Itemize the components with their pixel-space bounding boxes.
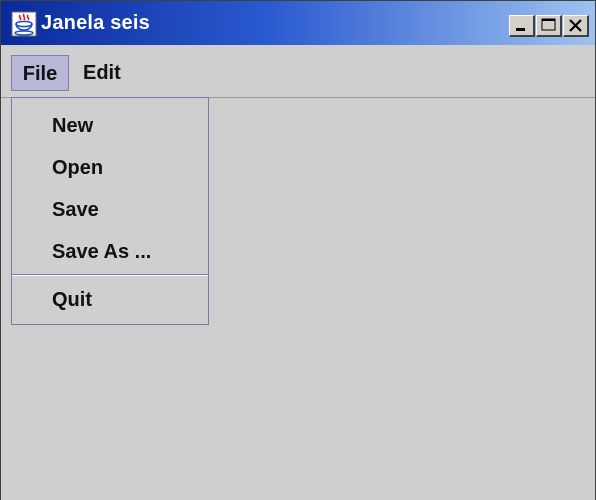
menu-item-new[interactable]: New — [12, 106, 208, 146]
maximize-icon — [541, 18, 556, 31]
close-icon — [569, 19, 582, 32]
title-bar[interactable]: Janela seis — [1, 1, 595, 45]
window-title: Janela seis — [41, 12, 150, 34]
menu-bar: File Edit — [1, 45, 595, 98]
minimize-icon — [516, 28, 525, 31]
menu-item-quit[interactable]: Quit — [12, 280, 208, 320]
close-button[interactable] — [563, 15, 589, 37]
file-menu-dropdown: New Open Save Save As ... Quit — [11, 97, 209, 325]
menu-edit[interactable]: Edit — [83, 55, 131, 91]
minimize-button[interactable] — [509, 15, 535, 37]
menu-separator — [12, 274, 208, 276]
menu-item-open[interactable]: Open — [12, 148, 208, 188]
menu-file[interactable]: File — [11, 55, 69, 91]
java-cup-icon — [11, 11, 37, 37]
menu-item-save[interactable]: Save — [12, 190, 208, 230]
maximize-button[interactable] — [536, 15, 562, 37]
menu-item-save-as[interactable]: Save As ... — [12, 232, 208, 272]
application-window: Janela seis File Edit New Open Save Save… — [0, 0, 596, 500]
